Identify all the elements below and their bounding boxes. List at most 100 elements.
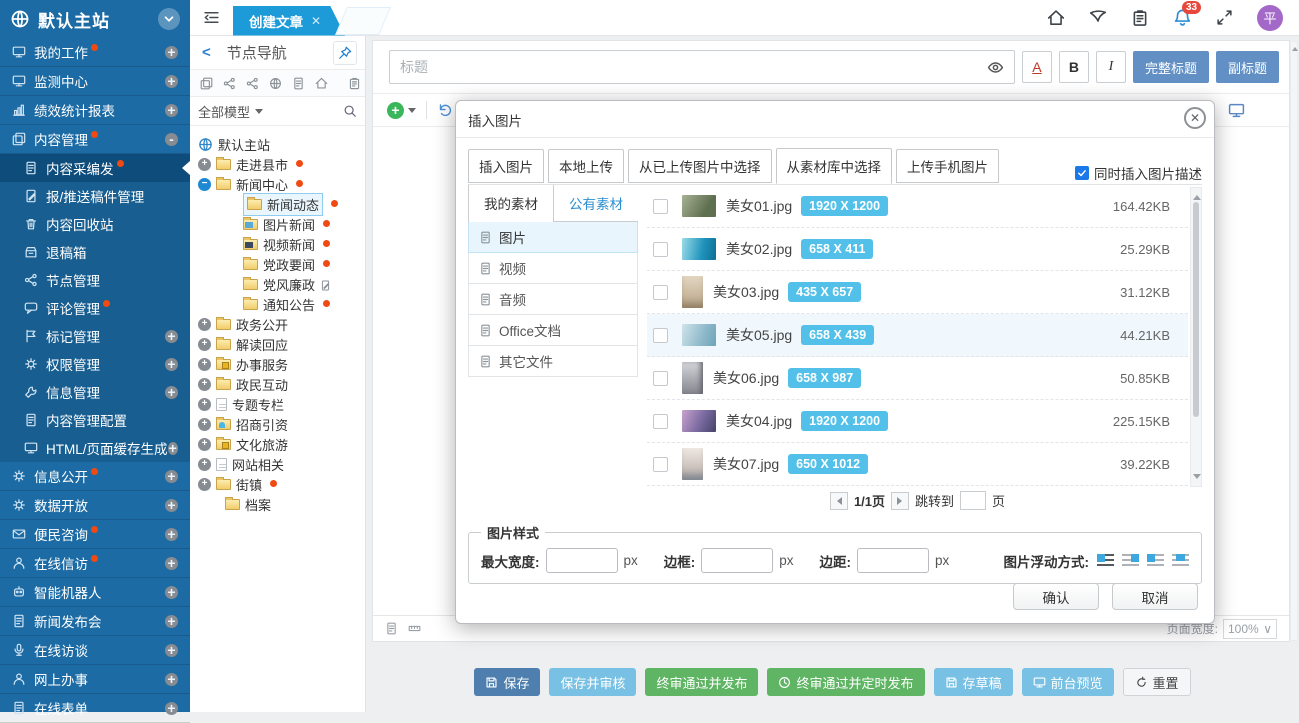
add-dropdown-caret-icon[interactable]: [408, 108, 416, 117]
tree-node[interactable]: +街镇: [198, 474, 365, 494]
tree-node[interactable]: 党风廉政: [198, 274, 365, 294]
sidebar-item-recycle-bin[interactable]: 内容回收站: [0, 210, 190, 238]
copy-node-icon[interactable]: [200, 77, 213, 90]
tree-node-selected[interactable]: 新闻动态: [198, 194, 365, 214]
word-count-icon[interactable]: [385, 622, 398, 635]
tree-node[interactable]: 视频新闻: [198, 234, 365, 254]
sidebar-item-online-interview[interactable]: 在线访谈+: [0, 636, 190, 665]
home-icon[interactable]: [1047, 9, 1065, 27]
bold-button[interactable]: B: [1059, 51, 1089, 83]
expand-icon[interactable]: +: [168, 442, 179, 455]
next-page-button[interactable]: [891, 492, 909, 510]
tab-public-materials[interactable]: 公有素材: [554, 185, 638, 222]
sidebar-item-press-conference[interactable]: 新闻发布会+: [0, 607, 190, 636]
tab-upload-phone-image[interactable]: 上传手机图片: [896, 149, 999, 183]
tree-node[interactable]: 档案: [198, 494, 365, 514]
tree-node[interactable]: −新闻中心: [198, 174, 365, 194]
tab-my-materials[interactable]: 我的素材: [468, 185, 554, 222]
file-row[interactable]: 美女03.jpg435 X 65731.12KB: [647, 271, 1188, 314]
expand-icon[interactable]: +: [165, 586, 178, 599]
sidebar-item-info-disclosure[interactable]: 信息公开+: [0, 462, 190, 491]
float-center-icon[interactable]: [1172, 554, 1189, 568]
fullscreen-icon[interactable]: [1216, 9, 1233, 26]
tree-node-root[interactable]: 默认主站: [198, 134, 365, 154]
expand-plus-icon[interactable]: +: [198, 418, 211, 431]
save-and-review-button[interactable]: 保存并审核: [549, 668, 636, 696]
scroll-thumb[interactable]: [1193, 202, 1199, 417]
sidebar-item-performance-reports[interactable]: 绩效统计报表+: [0, 96, 190, 125]
approve-publish-button[interactable]: 终审通过并发布: [645, 668, 758, 696]
node-settings-icon[interactable]: [348, 77, 361, 90]
file-row[interactable]: 美女02.jpg658 X 41125.29KB: [647, 228, 1188, 271]
user-avatar[interactable]: 平: [1257, 5, 1283, 31]
tree-node[interactable]: +招商引资: [198, 414, 365, 434]
menu-fold-icon[interactable]: [190, 9, 233, 26]
expand-icon[interactable]: +: [165, 702, 178, 715]
clipboard-icon[interactable]: [1131, 9, 1149, 27]
search-icon[interactable]: [343, 104, 357, 118]
home-node-icon[interactable]: [315, 77, 328, 90]
tab-select-uploaded[interactable]: 从已上传图片中选择: [628, 149, 772, 183]
article-title-input[interactable]: [390, 52, 977, 82]
notification-bell-icon[interactable]: 33: [1173, 8, 1192, 27]
reset-button[interactable]: 重置: [1123, 668, 1191, 696]
category-other-files[interactable]: 其它文件: [468, 346, 638, 377]
file-row[interactable]: 美女01.jpg1920 X 1200164.42KB: [647, 185, 1188, 228]
save-draft-button[interactable]: 存草稿: [934, 668, 1013, 696]
category-videos[interactable]: 视频: [468, 253, 638, 284]
sidebar-item-open-data[interactable]: 数据开放+: [0, 491, 190, 520]
pin-icon[interactable]: [333, 41, 357, 65]
tree-node[interactable]: +政民互动: [198, 374, 365, 394]
expand-icon[interactable]: +: [165, 358, 178, 371]
category-images[interactable]: 图片: [468, 222, 638, 253]
collapse-panel-icon[interactable]: <: [198, 44, 215, 61]
file-row-hovered[interactable]: 美女05.jpg658 X 43944.21KB: [647, 314, 1188, 357]
sidebar-item-public-consultation[interactable]: 便民咨询+: [0, 520, 190, 549]
sidebar-item-content-config[interactable]: 内容管理配置: [0, 406, 190, 434]
sidebar-item-content-management[interactable]: 内容管理-: [0, 125, 190, 154]
fullscreen-editor-icon[interactable]: [1228, 102, 1245, 119]
sidebar-item-comment-management[interactable]: 评论管理: [0, 294, 190, 322]
tree-node[interactable]: +办事服务: [198, 354, 365, 374]
tree-node[interactable]: +专题专栏: [198, 394, 365, 414]
main-scrollbar[interactable]: [1290, 41, 1298, 641]
tree-node[interactable]: 通知公告: [198, 294, 365, 314]
site-icon[interactable]: [269, 77, 282, 90]
quick-entry-icon[interactable]: [1089, 9, 1107, 27]
checkbox-checked-icon[interactable]: [1075, 166, 1089, 180]
sidebar-item-push-manuscript[interactable]: 报/推送稿件管理: [0, 182, 190, 210]
model-filter-dropdown[interactable]: 全部模型: [190, 102, 271, 121]
sidebar-item-monitor-center[interactable]: 监测中心+: [0, 67, 190, 96]
undo-icon[interactable]: [437, 102, 453, 118]
file-row[interactable]: 美女07.jpg650 X 101239.22KB: [647, 443, 1188, 486]
page-width-select[interactable]: 100%∨: [1223, 619, 1277, 639]
float-none-icon[interactable]: [1147, 554, 1164, 568]
file-row[interactable]: 美女06.jpg658 X 98750.85KB: [647, 357, 1188, 400]
expand-icon[interactable]: +: [165, 46, 178, 59]
cancel-button[interactable]: 取消: [1112, 583, 1198, 610]
expand-plus-icon[interactable]: +: [198, 318, 211, 331]
sidebar-item-online-forms[interactable]: 在线表单+: [0, 694, 190, 723]
expand-icon[interactable]: +: [165, 470, 178, 483]
insert-description-checkbox[interactable]: 同时插入图片描述: [1075, 163, 1202, 183]
expand-plus-icon[interactable]: +: [198, 478, 211, 491]
scroll-up-arrow[interactable]: [1193, 191, 1201, 200]
expand-icon[interactable]: +: [165, 615, 178, 628]
font-color-button[interactable]: A: [1022, 51, 1052, 83]
expand-icon[interactable]: +: [165, 330, 178, 343]
sidebar-item-online-services[interactable]: 网上办事+: [0, 665, 190, 694]
preview-title-eye-icon[interactable]: [977, 59, 1014, 76]
add-content-icon[interactable]: +: [387, 102, 404, 119]
file-checkbox[interactable]: [653, 285, 668, 300]
tab-insert-image[interactable]: 插入图片: [468, 149, 544, 183]
collapse-icon[interactable]: -: [165, 133, 178, 146]
frontend-preview-button[interactable]: 前台预览: [1022, 668, 1114, 696]
sidebar-item-my-work[interactable]: 我的工作+: [0, 38, 190, 67]
sidebar-item-html-cache[interactable]: HTML/页面缓存生成+: [0, 434, 190, 462]
sidebar-item-permission-management[interactable]: 权限管理+: [0, 350, 190, 378]
subtitle-button[interactable]: 副标题: [1216, 51, 1279, 83]
jump-page-input[interactable]: [960, 491, 986, 510]
file-row[interactable]: 美女04.jpg1920 X 1200225.15KB: [647, 400, 1188, 443]
export-node-icon[interactable]: [292, 77, 305, 90]
expand-icon[interactable]: +: [165, 75, 178, 88]
